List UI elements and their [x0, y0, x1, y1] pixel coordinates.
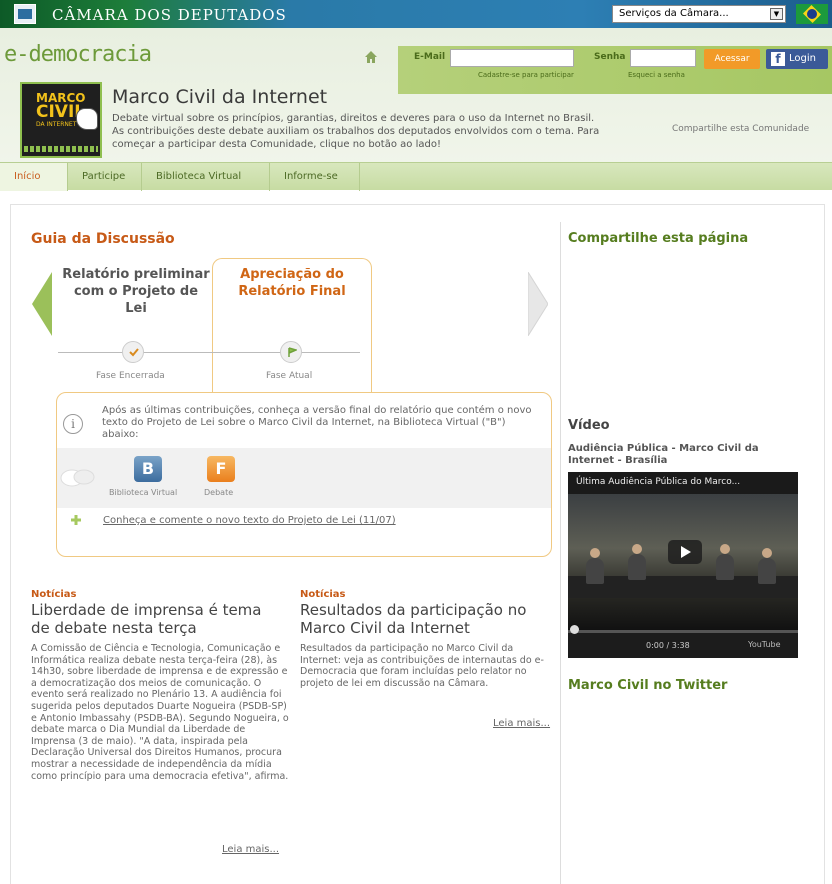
previous-arrow-icon[interactable]: [32, 272, 52, 336]
phase-timeline: [58, 352, 360, 353]
flag-icon: [288, 347, 297, 357]
news-title-liberdade[interactable]: Liberdade de imprensa é tema de debate n…: [31, 601, 281, 637]
phase-preliminar[interactable]: Relatório preliminar com o Projeto de Le…: [62, 266, 210, 317]
video-person: [586, 548, 604, 584]
page-description: Debate virtual sobre os princípios, gara…: [112, 113, 600, 150]
phase-current-dot[interactable]: [280, 341, 302, 363]
logo-internet-text: DA INTERNET: [36, 121, 77, 128]
phase-closed-dot[interactable]: [122, 341, 144, 363]
email-field[interactable]: [450, 49, 574, 67]
column-divider: [560, 222, 561, 884]
video-person: [758, 548, 776, 584]
phase-final[interactable]: Apreciação do Relatório Final: [214, 266, 370, 300]
phase-tools-strip: [57, 448, 551, 508]
news-title-resultados[interactable]: Resultados da participação no Marco Civi…: [300, 601, 550, 637]
marco-civil-logo[interactable]: MARCO CIVIL DA INTERNET: [20, 82, 102, 158]
check-icon: [129, 348, 139, 357]
nav-biblioteca-virtual[interactable]: Biblioteca Virtual: [142, 163, 270, 191]
plus-icon: [71, 515, 81, 525]
video-time: 0:00 / 3:38: [646, 641, 690, 650]
edemocracia-brand[interactable]: e-democracia: [4, 42, 152, 67]
read-more-link[interactable]: Leia mais...: [493, 718, 550, 729]
news-category: Notícias: [31, 589, 77, 600]
servicos-select[interactable]: Serviços da Câmara... ▼: [612, 5, 786, 23]
next-arrow-icon[interactable]: [528, 272, 548, 336]
biblioteca-virtual-icon[interactable]: B: [134, 456, 162, 482]
logo-bar: [24, 146, 98, 152]
login-button-label: Login: [789, 53, 816, 64]
twitter-title: Marco Civil no Twitter: [568, 678, 728, 693]
debate-label[interactable]: Debate: [204, 488, 233, 497]
video-overlay-title[interactable]: Última Audiência Pública do Marco...: [568, 472, 798, 494]
share-community-link[interactable]: Compartilhe esta Comunidade: [672, 124, 809, 134]
news-category: Notícias: [300, 589, 346, 600]
youtube-icon[interactable]: YouTube: [748, 640, 781, 649]
speech-bubble-icon: [60, 469, 95, 487]
nav-inicio[interactable]: Início: [0, 163, 68, 191]
guide-title: Guia da Discussão: [31, 231, 175, 247]
camara-title[interactable]: CÂMARA DOS DEPUTADOS: [52, 6, 287, 24]
senha-label: Senha: [594, 52, 626, 62]
cadastre-link[interactable]: Cadastre-se para participar: [478, 71, 574, 79]
video-person: [628, 544, 646, 580]
facebook-login-button[interactable]: f Login: [766, 49, 828, 69]
email-label: E-Mail: [414, 52, 446, 62]
video-player[interactable]: Última Audiência Pública do Marco... 0:0…: [568, 472, 798, 658]
share-page-title: Compartilhe esta página: [568, 231, 749, 246]
video-subtitle: Audiência Pública - Marco Civil da Inter…: [568, 443, 759, 466]
phase-info-text: Após as últimas contribuições, conheça a…: [102, 405, 532, 440]
esqueci-senha-link[interactable]: Esqueci a senha: [628, 71, 685, 79]
biblioteca-virtual-label[interactable]: Biblioteca Virtual: [109, 488, 177, 497]
conheca-texto-link[interactable]: Conheça e comente o novo texto do Projet…: [103, 515, 396, 526]
main-nav: Início Participe Biblioteca Virtual Info…: [0, 162, 832, 191]
play-icon[interactable]: [668, 540, 702, 564]
video-title: Vídeo: [568, 418, 610, 433]
acessar-button[interactable]: Acessar: [704, 49, 760, 69]
servicos-select-value: Serviços da Câmara...: [619, 8, 729, 19]
video-person: [716, 544, 734, 580]
brazil-flag-icon[interactable]: [796, 4, 828, 24]
news-body-resultados: Resultados da participação no Marco Civi…: [300, 643, 544, 689]
nav-informe-se[interactable]: Informe-se: [270, 163, 360, 191]
phase-current-label: Fase Atual: [266, 371, 313, 381]
cursor-hand-icon: [76, 108, 98, 130]
facebook-icon: f: [771, 52, 785, 66]
page-title: Marco Civil da Internet: [112, 86, 328, 108]
info-icon: i: [63, 414, 83, 434]
read-more-link[interactable]: Leia mais...: [222, 844, 279, 855]
home-icon[interactable]: [364, 50, 378, 64]
debate-icon[interactable]: F: [207, 456, 235, 482]
nav-participe[interactable]: Participe: [68, 163, 142, 191]
news-body-liberdade: A Comissão de Ciência e Tecnologia, Comu…: [31, 643, 289, 782]
video-progress-bar[interactable]: [568, 630, 798, 633]
gov-topbar: CÂMARA DOS DEPUTADOS Serviços da Câmara.…: [0, 0, 832, 28]
video-scrubber[interactable]: [570, 625, 579, 634]
login-form: E-Mail Cadastre-se para participar Senha…: [398, 46, 832, 94]
chevron-down-icon[interactable]: ▼: [770, 8, 783, 20]
camara-logo-icon[interactable]: [14, 4, 36, 24]
password-field[interactable]: [630, 49, 696, 67]
phase-closed-label: Fase Encerrada: [96, 371, 165, 381]
